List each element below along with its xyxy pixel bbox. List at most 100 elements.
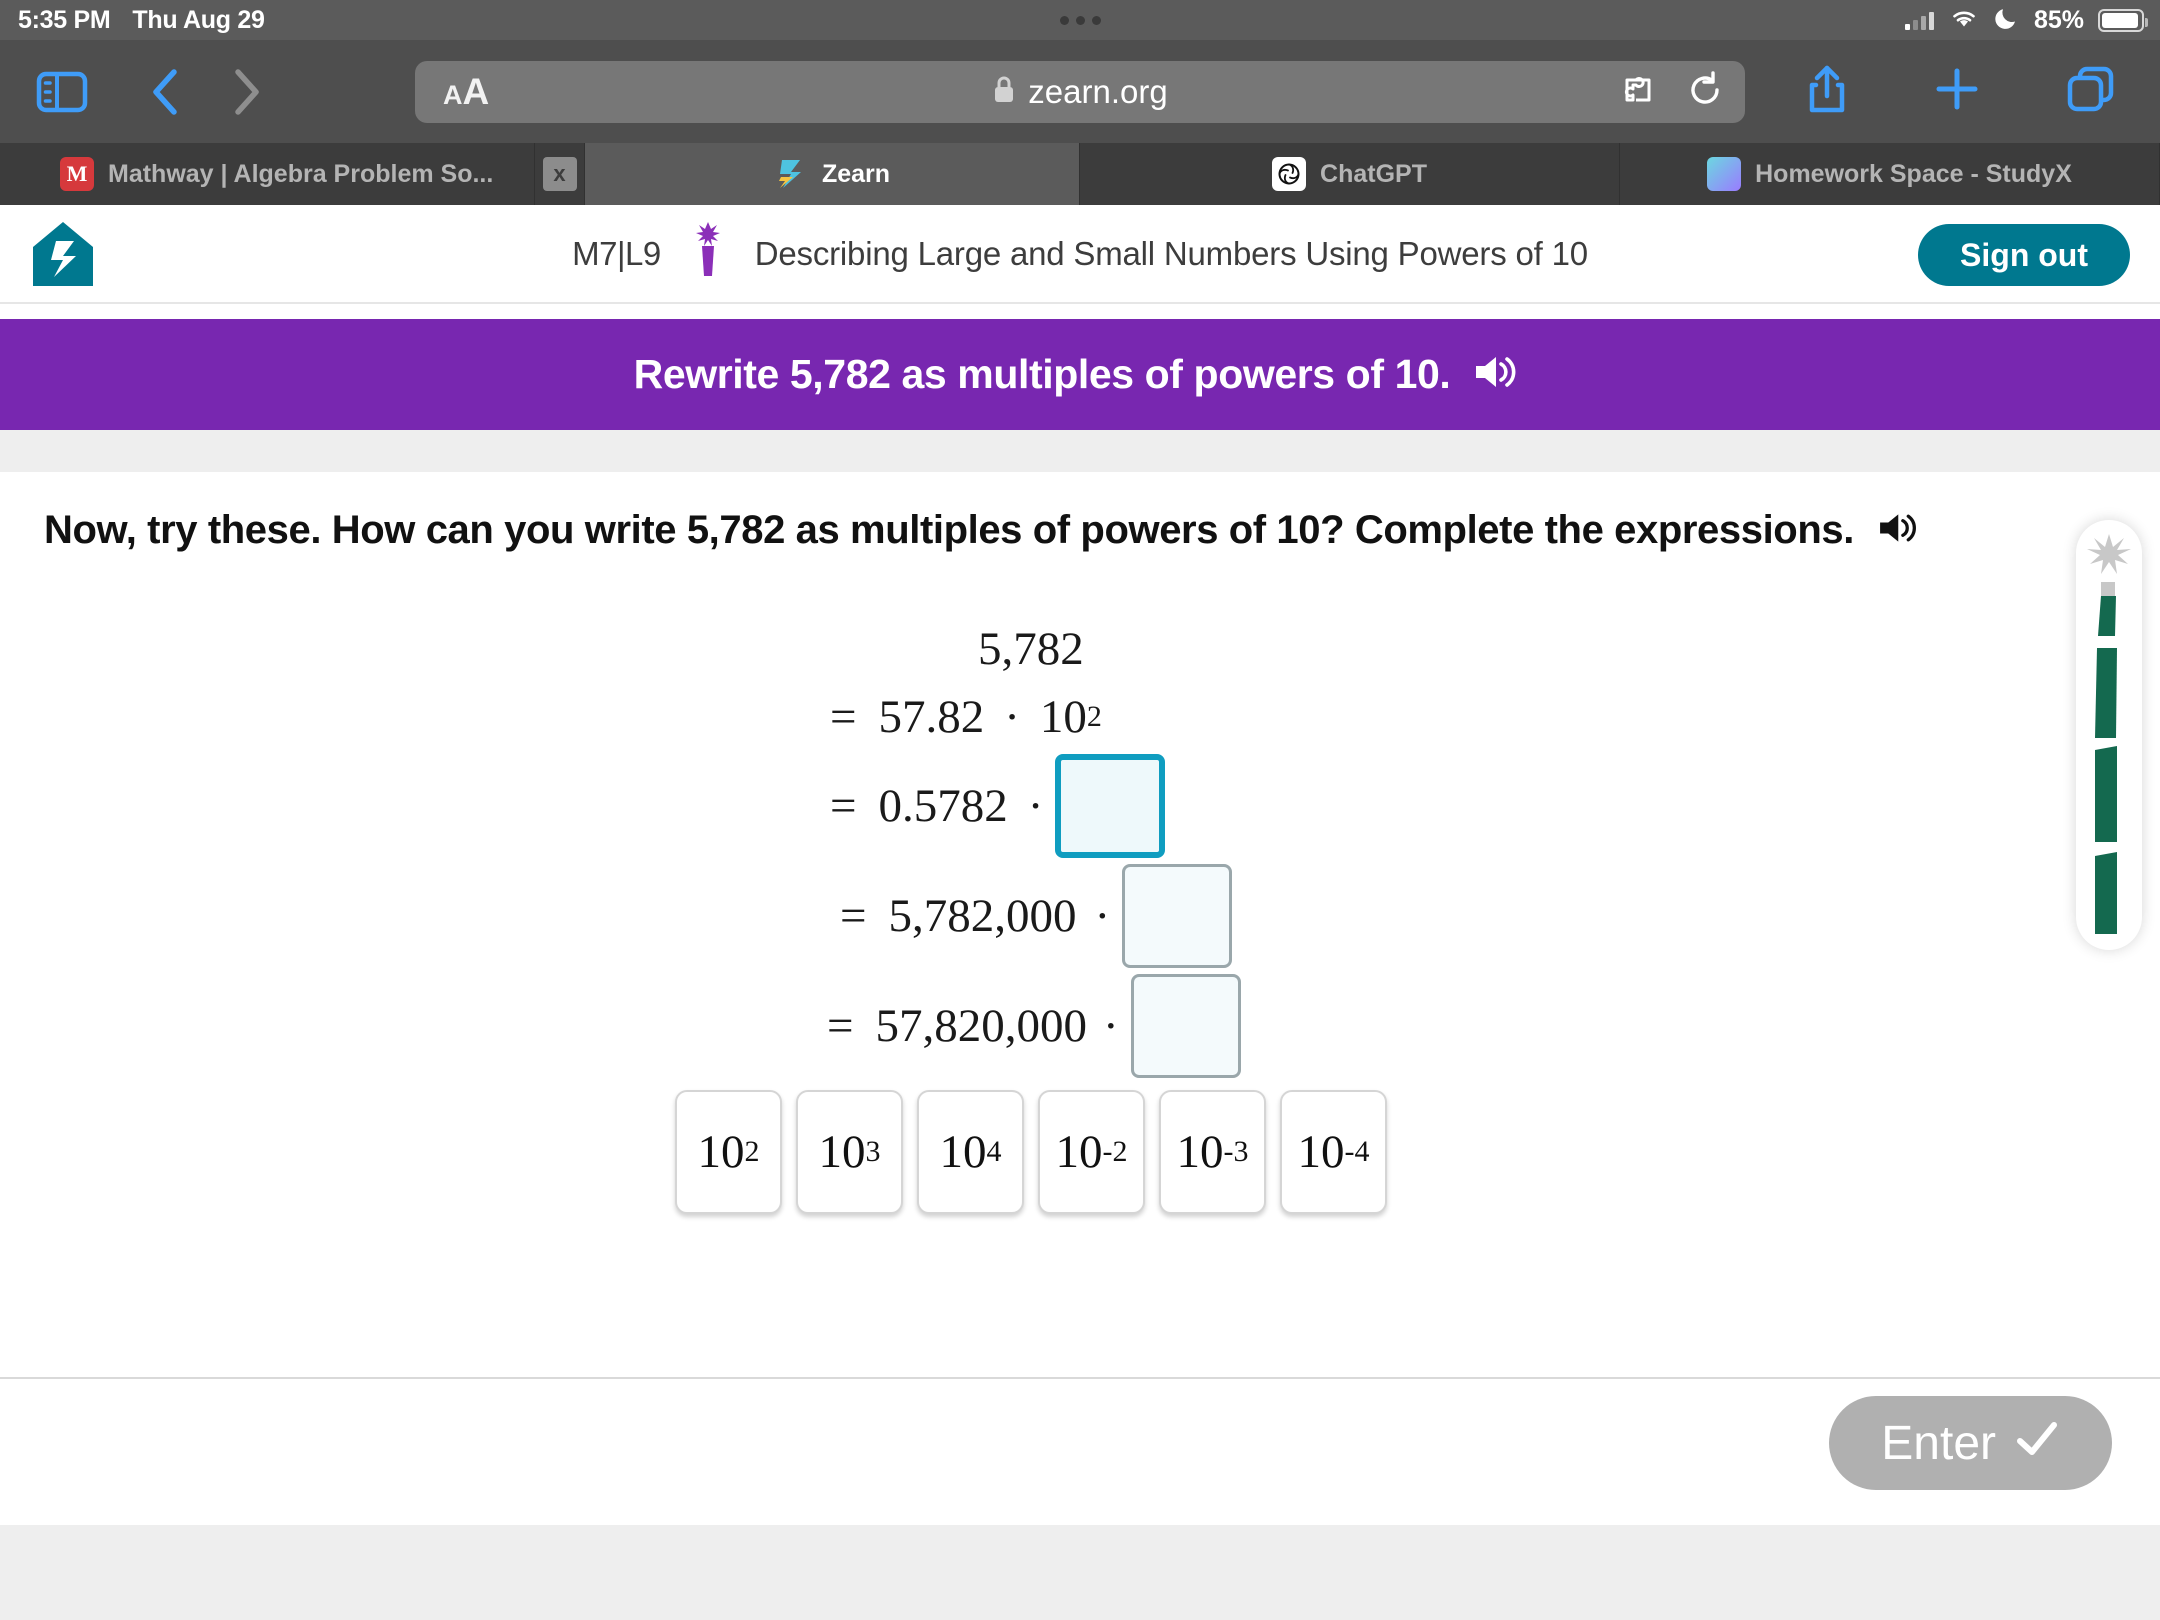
tile-base: 10 — [1055, 1126, 1103, 1178]
tab-title: Mathway | Algebra Problem So... — [108, 159, 494, 188]
equation-row-2: = 0.5782 · — [830, 754, 2080, 858]
tile-base: 10 — [939, 1126, 987, 1178]
mathway-favicon: M — [60, 157, 94, 191]
task-banner-text: Rewrite 5,782 as multiples of powers of … — [633, 351, 1451, 397]
puzzle-extension-icon[interactable] — [1621, 72, 1659, 113]
forward-arrow-icon — [230, 66, 264, 118]
plus-icon[interactable] — [1934, 66, 1980, 117]
tile-base: 10 — [1297, 1126, 1345, 1178]
answer-tile[interactable]: 10 -3 — [1159, 1090, 1266, 1214]
studyx-favicon — [1707, 157, 1742, 191]
status-bar-center — [0, 0, 2160, 40]
page-bottom-area — [0, 1525, 2160, 1620]
prompt-text: Now, try these. How can you write 5,782 … — [44, 508, 1854, 552]
equals-sign: = — [830, 780, 857, 832]
equals-sign: = — [840, 890, 867, 942]
reload-icon[interactable] — [1687, 70, 1723, 114]
coefficient: 5,782,000 — [888, 890, 1077, 942]
battery-icon — [2098, 8, 2148, 32]
lesson-title: Describing Large and Small Numbers Using… — [754, 234, 1588, 272]
chatgpt-favicon — [1272, 157, 1307, 191]
do-not-disturb-icon — [1994, 5, 2020, 36]
rocket-progress-icon — [2076, 520, 2142, 950]
multiplication-dot: · — [1103, 1000, 1119, 1052]
answer-input-1[interactable] — [1055, 754, 1166, 858]
screen: 5:35 PM Thu Aug 29 85% A A zearn.org M M… — [0, 0, 2160, 1620]
sidebar-icon[interactable] — [36, 70, 88, 114]
equals-sign: = — [827, 1000, 854, 1052]
enter-button[interactable]: Enter — [1829, 1396, 2112, 1490]
tile-exponent: 4 — [986, 1135, 1002, 1168]
browser-toolbar: AA zearn.org — [0, 40, 2160, 143]
sign-out-button[interactable]: Sign out — [1918, 224, 2130, 286]
equation-row-1: = 57.82 · 10 2 — [830, 690, 2080, 744]
status-date: Thu Aug 29 — [132, 5, 265, 34]
app-header-center: M7|L9 Describing Large and Small Numbers… — [0, 220, 2160, 287]
main-content: Now, try these. How can you write 5,782 … — [0, 472, 2160, 1377]
tab-chatgpt[interactable]: ChatGPT — [1080, 143, 1620, 205]
power-exponent: 2 — [1086, 700, 1102, 733]
zearn-favicon — [774, 157, 808, 191]
power-base: 10 — [1039, 691, 1087, 743]
app-header: M7|L9 Describing Large and Small Numbers… — [0, 205, 2160, 304]
enter-label: Enter — [1881, 1416, 1996, 1470]
banner-divider — [0, 430, 2160, 472]
tab-mathway[interactable]: M Mathway | Algebra Problem So... — [0, 143, 535, 205]
tile-base: 10 — [818, 1126, 866, 1178]
back-arrow-icon[interactable] — [148, 66, 182, 118]
address-bar[interactable]: AA zearn.org — [415, 61, 1745, 123]
equation-row-original: 5,782 — [978, 622, 2080, 676]
tile-exponent: -3 — [1223, 1135, 1249, 1168]
answer-input-3[interactable] — [1130, 974, 1241, 1078]
multiplication-dot: · — [1004, 691, 1020, 743]
equation-row-4: = 57,820,000 · — [827, 974, 2080, 1078]
check-icon — [2014, 1416, 2060, 1471]
tab-studyx[interactable]: Homework Space - StudyX — [1620, 143, 2160, 205]
url-text: zearn.org — [1028, 73, 1168, 110]
tab-title: Zearn — [821, 159, 891, 188]
toolbar-right-actions — [1806, 63, 2116, 120]
equation-stack: 5,782 = 57.82 · 10 2 = 0.5782 · = 5,782,0… — [0, 622, 2080, 1078]
multiplication-dot: · — [1094, 890, 1111, 942]
answer-tile[interactable]: 10 4 — [917, 1090, 1024, 1214]
tab-zearn[interactable]: Zearn — [585, 143, 1080, 205]
status-bar-right: 85% — [1904, 0, 2148, 40]
equation-row-3: = 5,782,000 · — [840, 864, 2080, 968]
speaker-icon[interactable] — [1876, 508, 1926, 553]
tab-close-button[interactable]: x — [535, 143, 585, 205]
sparkler-icon — [689, 220, 727, 287]
coefficient: 57.82 — [878, 691, 985, 743]
address-bar-center: zearn.org — [415, 73, 1745, 111]
speaker-icon[interactable] — [1472, 350, 1526, 399]
tabs-overview-icon[interactable] — [2066, 65, 2116, 118]
original-number: 5,782 — [978, 623, 1084, 675]
answer-input-2[interactable] — [1122, 864, 1233, 968]
status-time: 5:35 PM — [18, 5, 111, 34]
answer-tile[interactable]: 10 3 — [796, 1090, 903, 1214]
answer-tile[interactable]: 10 2 — [675, 1090, 782, 1214]
lock-icon — [992, 75, 1016, 110]
battery-percent: 85% — [2033, 5, 2084, 34]
answer-tile-tray: 10 2 10 3 10 4 10 -2 10 -3 10 -4 — [675, 1090, 1387, 1214]
coefficient: 57,820,000 — [875, 1000, 1088, 1052]
tile-exponent: -2 — [1102, 1135, 1128, 1168]
tab-title: Homework Space - StudyX — [1755, 159, 2072, 188]
tile-exponent: -4 — [1344, 1135, 1370, 1168]
footer-bar: Enter — [0, 1377, 2160, 1525]
tile-base: 10 — [697, 1126, 745, 1178]
tile-exponent: 2 — [744, 1135, 760, 1168]
multiplication-dot: · — [1027, 780, 1044, 832]
tab-strip: M Mathway | Algebra Problem So... x Zear… — [0, 143, 2160, 205]
answer-tile[interactable]: 10 -4 — [1280, 1090, 1387, 1214]
cellular-signal-icon — [1904, 10, 1934, 30]
tile-base: 10 — [1176, 1126, 1224, 1178]
wifi-icon — [1948, 6, 1980, 35]
tab-title: ChatGPT — [1320, 159, 1427, 188]
multitask-dots-icon — [1059, 15, 1101, 25]
status-bar-left: 5:35 PM Thu Aug 29 — [0, 6, 265, 35]
address-bar-right — [1621, 70, 1723, 114]
task-banner: Rewrite 5,782 as multiples of powers of … — [0, 319, 2160, 430]
answer-tile[interactable]: 10 -2 — [1038, 1090, 1145, 1214]
share-icon[interactable] — [1806, 63, 1848, 120]
prompt-row: Now, try these. How can you write 5,782 … — [44, 508, 2004, 553]
